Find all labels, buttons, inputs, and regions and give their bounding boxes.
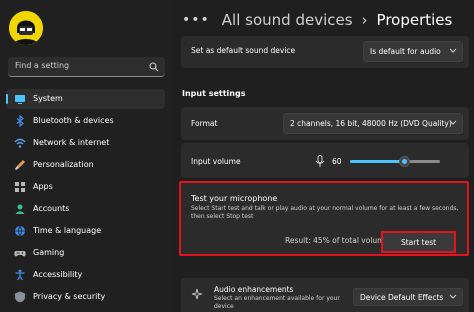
audio-enhancements-description-line-1: Select an enhancement available for your [214,295,340,302]
bluetooth-icon [16,115,24,127]
sidebar-item-time-language[interactable]: Time & language [6,221,165,241]
test-result-text: Result: 45% of total volume [285,236,390,245]
sidebar-item-label: Accessibility [33,270,83,279]
sidebar-item-apps[interactable]: Apps [6,177,165,197]
accessibility-icon [15,269,25,281]
sidebar: Find a setting System Bluetooth & device… [0,0,172,312]
audio-enhancements-title: Audio enhancements [214,285,294,294]
format-value: 2 channels, 16 bit, 48000 Hz (DVD Qualit… [290,119,452,128]
test-microphone-title: Test your microphone [191,194,278,203]
test-microphone-description-line-1: Select Start test and talk or play audio… [191,205,459,212]
sidebar-item-label: System [33,94,63,103]
sidebar-item-label: Gaming [33,248,65,257]
default-device-dropdown[interactable]: Is default for audio [363,41,463,62]
audio-enhancements-dropdown[interactable]: Device Default Effects [353,288,463,306]
search-box[interactable]: Find a setting [8,57,165,77]
avatar[interactable] [9,11,43,45]
breadcrumb-separator: › [361,11,368,29]
sidebar-item-label: Personalization [33,160,94,169]
sidebar-item-label: Privacy & security [33,292,106,301]
user-avatar-icon [9,11,43,45]
audio-enhancements-description-line-2: device [214,303,234,310]
search-input[interactable]: Find a setting [15,61,69,70]
format-label: Format [191,119,218,128]
breadcrumb: ••• All sound devices › Properties [182,8,452,32]
sidebar-item-label: Time & language [33,226,102,235]
test-microphone-description-line-2: then select Stop test [191,213,254,220]
sidebar-item-label: Network & internet [33,138,110,147]
audio-enhancements-value: Device Default Effects [360,293,444,302]
chevron-down-icon [449,48,457,53]
search-icon[interactable] [149,62,159,72]
sidebar-item-privacy[interactable]: Privacy & security [6,287,165,307]
sidebar-item-accessibility[interactable]: Accessibility [6,265,165,285]
default-device-card: Set as default sound device Is default f… [181,36,469,68]
sidebar-item-label: Apps [33,182,53,191]
wifi-icon [14,138,26,148]
sidebar-item-bluetooth[interactable]: Bluetooth & devices [6,111,165,131]
page-title: Properties [376,11,453,29]
microphone-icon[interactable] [315,155,325,168]
slider-thumb[interactable] [399,156,410,167]
input-settings-heading: Input settings [182,89,246,98]
slider-fill [350,160,404,163]
sidebar-item-accounts[interactable]: Accounts [6,199,165,219]
default-device-label: Set as default sound device [191,46,296,55]
sparkle-icon [191,288,203,300]
sidebar-item-label: Accounts [33,204,70,213]
sidebar-item-network[interactable]: Network & internet [6,133,165,153]
input-volume-label: Input volume [191,157,241,166]
sidebar-item-label: Bluetooth & devices [33,116,114,125]
more-crumbs-button[interactable]: ••• [182,12,210,28]
audio-enhancements-card: Audio enhancements Select an enhancement… [181,278,469,312]
format-dropdown[interactable]: 2 channels, 16 bit, 48000 Hz (DVD Qualit… [283,113,463,134]
format-card: Format 2 channels, 16 bit, 48000 Hz (DVD… [181,107,469,140]
start-test-button[interactable]: Start test [381,231,456,253]
input-volume-value: 60 [332,157,342,166]
breadcrumb-all-sound-devices[interactable]: All sound devices [222,11,353,29]
monitor-icon [15,95,25,104]
brush-icon [15,160,25,170]
person-icon [15,204,25,214]
shield-icon [15,291,25,303]
input-volume-slider[interactable] [350,156,440,167]
default-device-value: Is default for audio [370,47,441,56]
apps-icon [15,182,25,192]
test-microphone-card: Test your microphone Select Start test a… [179,181,469,256]
sidebar-item-personalization[interactable]: Personalization [6,155,165,175]
gamepad-icon [14,251,26,257]
active-indicator [6,94,8,104]
chevron-down-icon [449,294,457,299]
sidebar-item-system[interactable]: System [6,89,165,109]
chevron-down-icon [449,120,457,125]
globe-icon [15,225,25,237]
sidebar-item-gaming[interactable]: Gaming [6,243,165,263]
